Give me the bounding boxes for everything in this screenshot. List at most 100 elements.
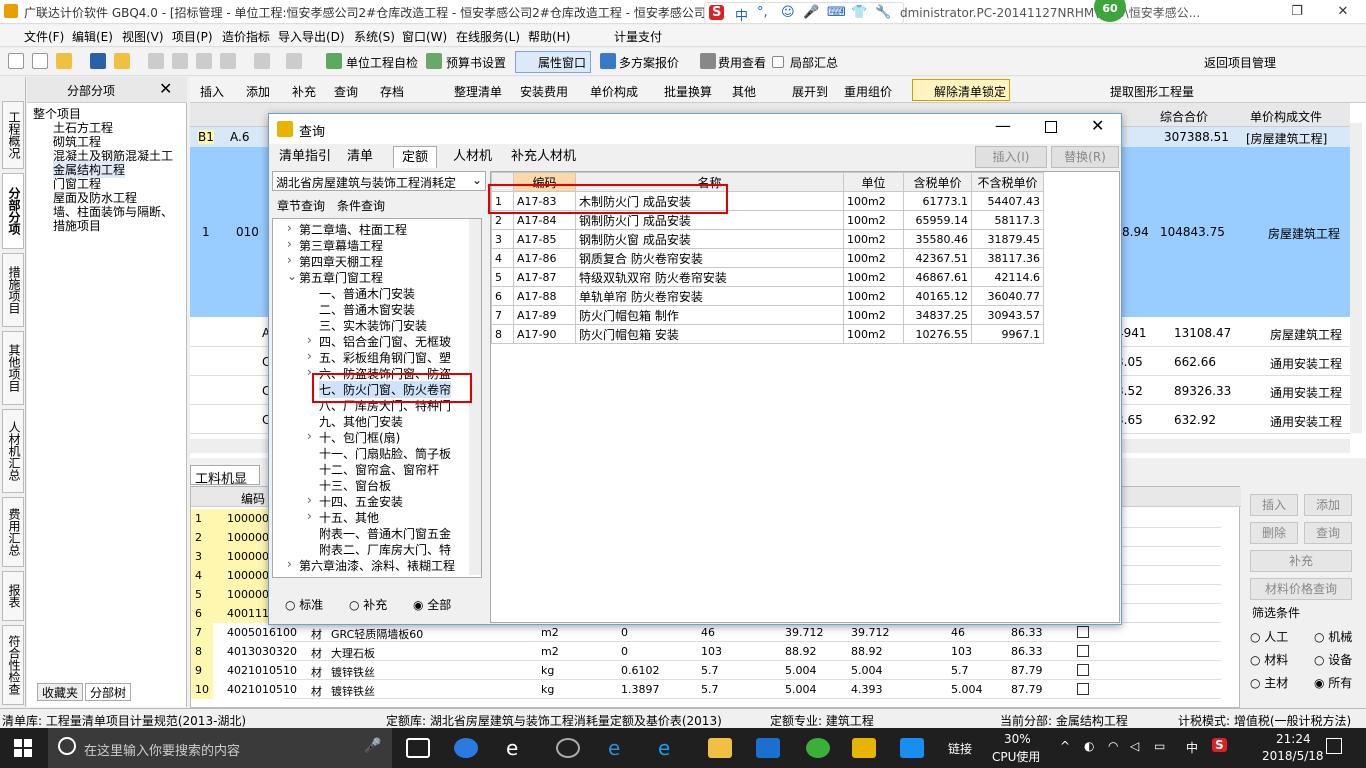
menu-item[interactable]: 编辑(E) xyxy=(72,28,113,45)
close-icon[interactable]: ✕ xyxy=(1320,0,1366,24)
gbq-app-icon[interactable] xyxy=(852,738,876,758)
insert-button[interactable]: 插入(I) xyxy=(975,146,1047,168)
skin-icon[interactable]: 👕 xyxy=(851,5,867,20)
new-doc-icon[interactable] xyxy=(32,53,48,69)
toolbar-button[interactable]: 重用组价 xyxy=(844,83,892,100)
explorer-icon[interactable] xyxy=(708,738,732,758)
task-view-icon[interactable] xyxy=(406,738,430,758)
chevron-icon[interactable]: › xyxy=(287,557,292,571)
menu-item[interactable]: 窗口(W) xyxy=(402,28,447,45)
tree-node[interactable]: 第二章墙、柱面工程 xyxy=(299,221,407,238)
restore-icon[interactable]: ❐ xyxy=(1274,0,1320,24)
menu-item[interactable]: 计量支付 xyxy=(614,28,662,45)
toolbar-button[interactable]: 解除清单锁定 xyxy=(934,83,1006,100)
delete-icon[interactable] xyxy=(220,53,236,69)
toolbar-button[interactable]: 存档 xyxy=(380,83,404,100)
tree-node[interactable]: 十三、窗台板 xyxy=(319,477,391,494)
menu-item[interactable]: 文件(F) xyxy=(24,28,64,45)
library-select[interactable]: 湖北省房屋建筑与装饰工程消耗定 ⌄ xyxy=(272,171,486,191)
radio-all[interactable]: ◉ 全部 xyxy=(413,596,451,613)
filter-radio[interactable]: ○ 材料 xyxy=(1250,651,1288,668)
clock-time[interactable]: 21:24 xyxy=(1276,732,1311,746)
tab-list-guide[interactable]: 清单指引 xyxy=(271,146,339,168)
return-mgmt-button[interactable]: 返回项目管理 xyxy=(1204,54,1276,71)
toolbar-button[interactable]: 单价构成 xyxy=(590,83,638,100)
add-button[interactable]: 添加 xyxy=(1304,494,1352,516)
tree-node[interactable]: 十二、窗帘盒、窗帘杆 xyxy=(319,461,439,478)
ime-toolbar[interactable]: S 中 °, ☺ 🎤 ⌨ 👕 🔧 xyxy=(704,2,904,24)
menu-item[interactable]: 视图(V) xyxy=(122,28,164,45)
budget-settings-button[interactable]: 预算书设置 xyxy=(446,54,506,71)
pinwheel-icon[interactable] xyxy=(454,738,478,758)
maximize-icon[interactable] xyxy=(1045,121,1057,133)
toolbar-button[interactable]: 添加 xyxy=(246,83,270,100)
filter-radio[interactable]: ◉ 所有 xyxy=(1314,674,1352,691)
menu-item[interactable]: 在线服务(L) xyxy=(456,28,520,45)
menu-item[interactable]: 系统(S) xyxy=(354,28,395,45)
toolbar-button[interactable]: 安装费用 xyxy=(520,83,568,100)
toolbar-button[interactable]: 其他 xyxy=(732,83,756,100)
table-row[interactable]: 7 4005016100 材 GRC轻质隔墙板60 m2 0 46 39.712 39.712 4… xyxy=(191,623,1221,642)
paste-icon[interactable] xyxy=(196,53,212,69)
toolbar-button[interactable]: 补充 xyxy=(292,83,316,100)
windows-start-icon[interactable] xyxy=(14,739,32,757)
radio-standard[interactable]: ○ 标准 xyxy=(285,596,323,613)
toolbar-button[interactable]: 查询 xyxy=(334,83,358,100)
chevron-icon[interactable]: › xyxy=(287,221,292,235)
vertical-scrollbar[interactable] xyxy=(1350,123,1362,433)
sogou-tray-icon[interactable]: S xyxy=(1212,738,1227,752)
browser-icon[interactable] xyxy=(556,738,580,758)
toolbar-button[interactable]: 展开到 xyxy=(792,83,828,100)
emoji-icon[interactable]: ☺ xyxy=(781,5,795,20)
tree-node[interactable]: 九、其他门安装 xyxy=(319,413,403,430)
tree-node[interactable]: 二、普通木窗安装 xyxy=(319,301,415,318)
replace-button[interactable]: 替换(R) xyxy=(1051,146,1119,168)
vtab[interactable]: 符合性检查 xyxy=(2,625,24,705)
punct-icon[interactable]: °, xyxy=(757,5,768,20)
result-row[interactable]: 7 A17-89 防火门帽包箱 制作 100m2 34837.25 30943.57 xyxy=(491,305,1044,325)
header-cell[interactable]: 单位 xyxy=(843,172,904,192)
ie2-icon[interactable]: e xyxy=(658,738,682,758)
menu-item[interactable]: 帮助(H) xyxy=(528,28,570,45)
lang-indicator[interactable]: 中 xyxy=(1186,739,1198,756)
chevron-icon[interactable]: › xyxy=(307,349,312,363)
chevron-icon[interactable]: › xyxy=(307,429,312,443)
delete-button[interactable]: 删除 xyxy=(1250,522,1298,544)
tab-list[interactable]: 清单 xyxy=(339,146,381,168)
chevron-icon[interactable]: › xyxy=(307,493,312,507)
ime-lang[interactable]: 中 xyxy=(735,5,748,24)
close-icon[interactable]: ✕ xyxy=(1091,116,1104,135)
menu-item[interactable]: 项目(P) xyxy=(172,28,213,45)
close-icon[interactable]: ✕ xyxy=(159,79,172,98)
tray-app-icon[interactable]: ◐ xyxy=(1084,739,1094,753)
glodon-icon[interactable] xyxy=(756,738,780,758)
filter-radio[interactable]: ○ 机械 xyxy=(1314,628,1352,645)
result-row[interactable]: 5 A17-87 特级双轨双帘 防火卷帘安装 100m2 46867.61 42114.6 xyxy=(491,267,1044,287)
vtab[interactable]: 分部分项 xyxy=(2,173,24,249)
filter-radio[interactable]: ○ 主材 xyxy=(1250,674,1288,691)
table-row[interactable]: 10 4021010510 材镀锌铁丝 kg 1.3897 5.7 5.004 4.393 5.… xyxy=(191,680,1221,699)
link-label[interactable]: 链接 xyxy=(948,740,972,757)
tree-node[interactable]: 附表一、普通木门窗五金 xyxy=(319,525,451,542)
tab-labor-material[interactable]: 人材机 xyxy=(445,146,500,168)
chevron-icon[interactable]: ⌄ xyxy=(287,269,297,283)
header-cell[interactable]: 含税单价 xyxy=(903,172,972,192)
vtab[interactable]: 其他项目 xyxy=(2,331,24,405)
edge-icon[interactable]: e xyxy=(608,738,632,758)
tree-node[interactable]: 附表二、厂库房大门、特 xyxy=(319,541,451,558)
vtab[interactable]: 报表 xyxy=(2,571,24,621)
row-checkbox[interactable] xyxy=(1077,683,1089,695)
mic-icon[interactable]: 🎤 xyxy=(803,5,819,20)
wifi-icon[interactable]: ◠ xyxy=(1108,739,1118,753)
query-button[interactable]: 查询 xyxy=(1304,522,1352,544)
open-folder-icon[interactable] xyxy=(56,53,72,69)
tray-up-icon[interactable]: ^ xyxy=(1060,739,1070,753)
multi-quote-button[interactable]: 多方案报价 xyxy=(619,54,679,71)
chevron-icon[interactable]: › xyxy=(287,237,292,251)
fee-view-button[interactable]: 费用查看 xyxy=(718,54,766,71)
tree-node[interactable]: 四、铝合金门窗、无框玻 xyxy=(319,333,451,350)
cut-icon[interactable] xyxy=(148,53,164,69)
tree-node[interactable]: 十五、其他 xyxy=(319,509,379,526)
table-row[interactable]: 8 4013030320 材大理石板 m2 0 103 88.92 88.92 103 86.33 xyxy=(191,642,1221,661)
tree-item[interactable]: 措施项目 xyxy=(53,217,101,234)
